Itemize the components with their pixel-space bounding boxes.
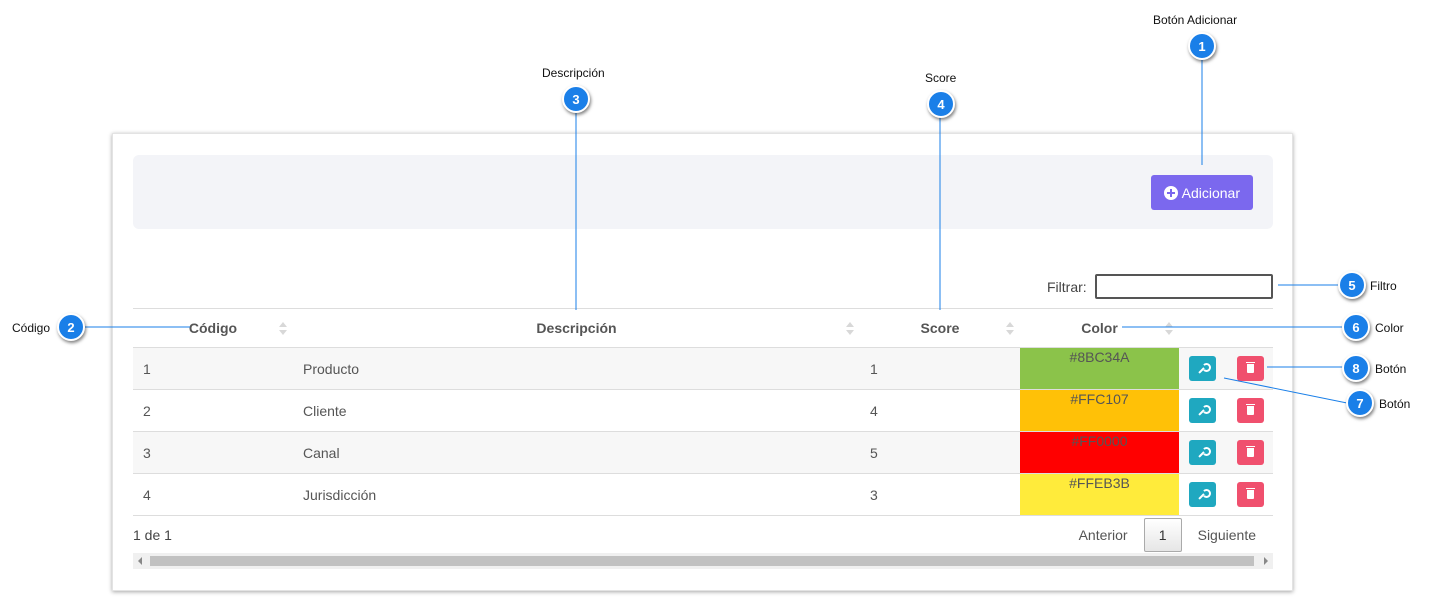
callout-label-5: Filtro <box>1370 279 1397 293</box>
callout-badge-2: 2 <box>57 313 85 341</box>
callout-label-1: Botón Adicionar <box>1153 13 1238 27</box>
callout-label-4: Score <box>925 71 957 85</box>
callout-badge-7: 7 <box>1346 389 1374 417</box>
callout-label-3: Descripción <box>542 66 605 80</box>
callout-label-8: Botón <box>1375 362 1407 376</box>
callout-badge-3: 3 <box>562 85 590 113</box>
callout-label-6: Color <box>1375 321 1404 335</box>
callout-badge-1: 1 <box>1188 32 1216 60</box>
callout-label-7: Botón <box>1379 397 1411 411</box>
callout-badge-8: 8 <box>1342 354 1370 382</box>
callout-label-2: Código <box>12 321 51 335</box>
callout-badge-6: 6 <box>1342 313 1370 341</box>
callout-badge-5: 5 <box>1338 271 1366 299</box>
callout-badge-4: 4 <box>927 90 955 118</box>
callout-lines <box>85 60 1348 404</box>
